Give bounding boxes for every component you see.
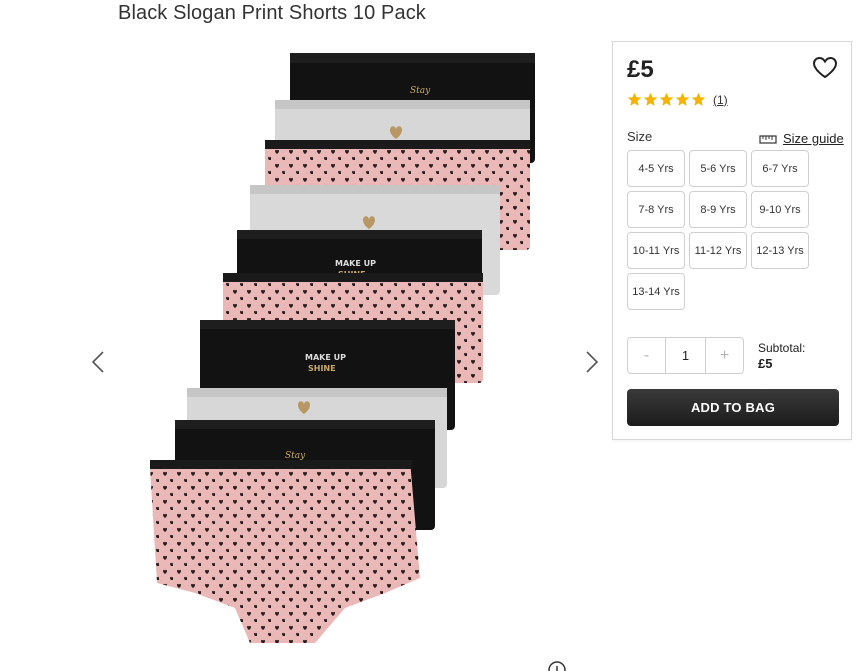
star-icon (691, 92, 706, 106)
quantity-input[interactable]: 1 (665, 338, 706, 373)
size-option[interactable]: 12-13 Yrs (751, 232, 809, 269)
size-option[interactable]: 13-14 Yrs (627, 273, 685, 310)
product-price: £5 (627, 56, 654, 83)
chevron-right-icon (586, 351, 599, 373)
size-option[interactable]: 4-5 Yrs (627, 150, 685, 187)
review-count-link[interactable]: (1) (713, 93, 728, 107)
subtotal: Subtotal: £5 (758, 341, 805, 371)
heart-icon (812, 56, 838, 79)
size-option[interactable]: 9-10 Yrs (751, 191, 809, 228)
svg-text:Stay: Stay (285, 451, 306, 461)
chevron-left-icon (91, 351, 104, 373)
star-icon (643, 92, 658, 106)
zoom-icon[interactable] (547, 660, 567, 671)
svg-text:MAKE UP: MAKE UP (335, 259, 376, 268)
svg-text:MAKE UP: MAKE UP (305, 353, 346, 362)
size-option[interactable]: 8-9 Yrs (689, 191, 747, 228)
svg-text:Stay: Stay (410, 86, 431, 96)
subtotal-value: £5 (758, 356, 773, 371)
product-title: Black Slogan Print Shorts 10 Pack (118, 2, 426, 24)
add-to-bag-button[interactable]: ADD TO BAG (627, 389, 839, 426)
ruler-icon (759, 134, 777, 144)
size-option[interactable]: 6-7 Yrs (751, 150, 809, 187)
size-guide-link[interactable]: Size guide (759, 131, 844, 146)
size-options: 4-5 Yrs 5-6 Yrs 6-7 Yrs 7-8 Yrs 8-9 Yrs … (627, 150, 813, 310)
rating-stars: (1) (627, 92, 728, 107)
size-guide-label: Size guide (783, 131, 844, 146)
quantity-stepper: - 1 + (627, 337, 744, 374)
star-icon (659, 92, 674, 106)
size-option[interactable]: 11-12 Yrs (689, 232, 747, 269)
prev-image-button[interactable] (86, 340, 110, 384)
purchase-panel: £5 (1) Size Size guide 4-5 Yrs 5-6 Yrs 6… (612, 41, 852, 440)
quantity-decrease-button[interactable]: - (628, 338, 665, 373)
size-label: Size (627, 129, 653, 144)
next-image-button[interactable] (580, 340, 604, 384)
quantity-increase-button[interactable]: + (706, 338, 743, 373)
wishlist-button[interactable] (812, 56, 838, 85)
size-option[interactable]: 10-11 Yrs (627, 232, 685, 269)
star-icon (675, 92, 690, 106)
subtotal-label: Subtotal: (758, 341, 806, 355)
svg-text:SHINE: SHINE (308, 364, 336, 373)
size-option[interactable]: 5-6 Yrs (689, 150, 747, 187)
star-icon (627, 92, 642, 106)
product-image: Stay MAKE UP SHINE MAKE UP SHINE Stay (150, 53, 535, 643)
size-option[interactable]: 7-8 Yrs (627, 191, 685, 228)
